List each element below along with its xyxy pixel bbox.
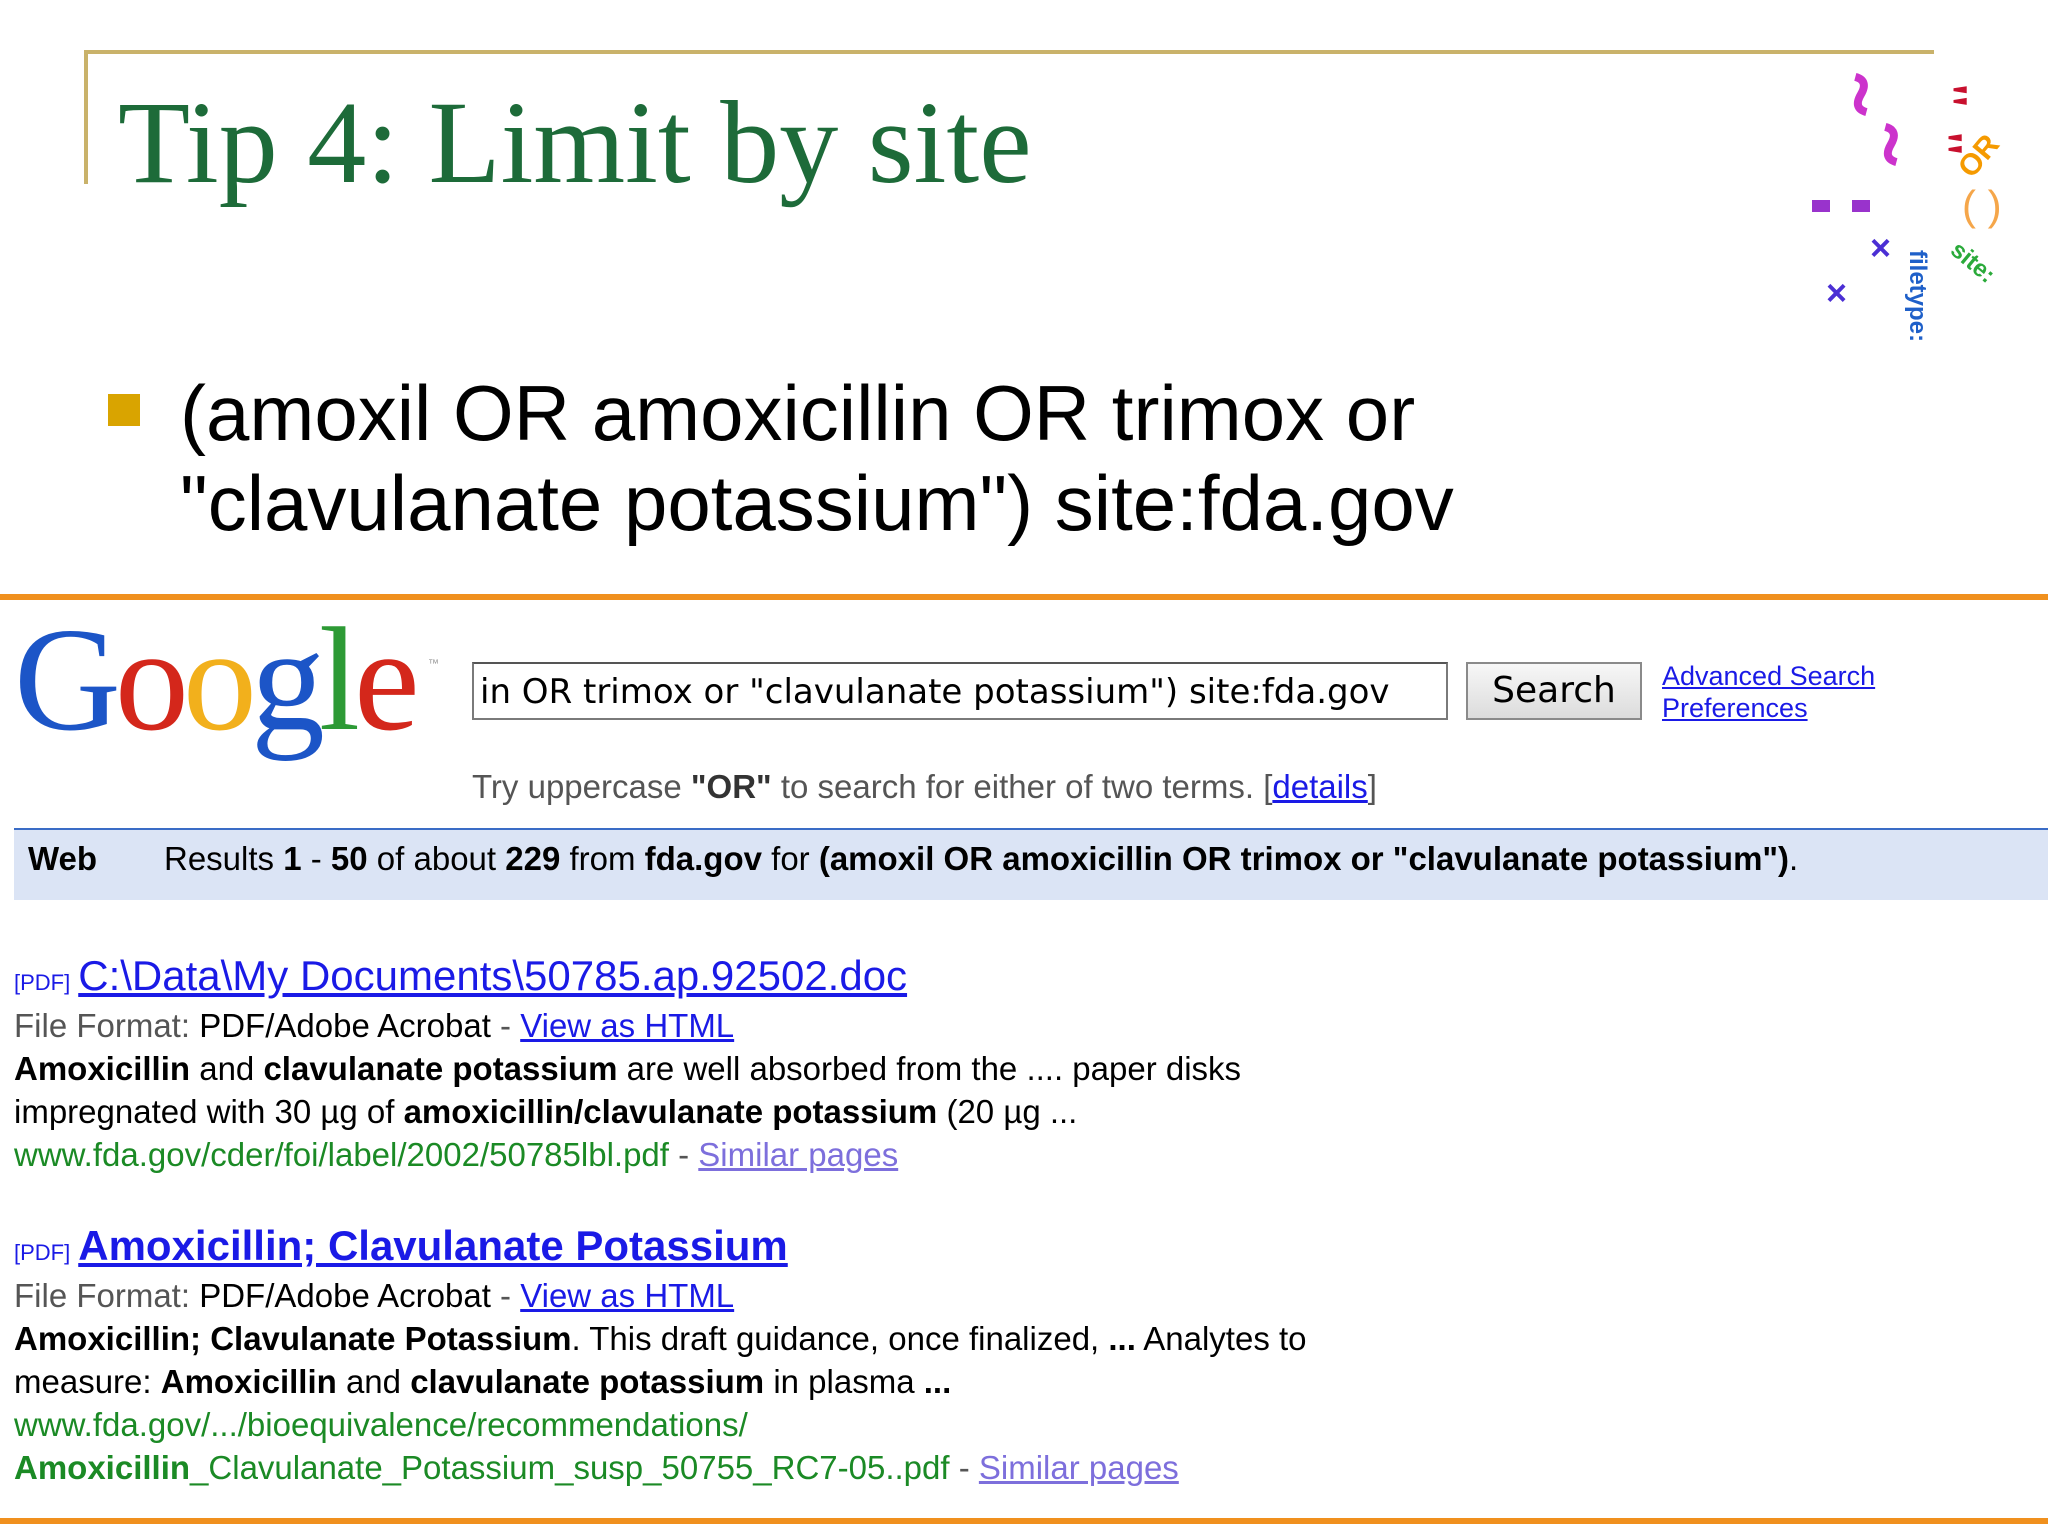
result-title-row: [PDF] C:\Data\My Documents\50785.ap.92502… — [14, 954, 1994, 1004]
bullet-line-1: (amoxil OR amoxicillin OR trimox or — [180, 369, 1416, 457]
search-result: [PDF] Amoxicillin; Clavulanate Potassium … — [14, 1224, 1994, 1489]
screenshot-bottom-border — [0, 1518, 2048, 1524]
bullet-text: (amoxil OR amoxicillin OR trimox or "cla… — [180, 368, 2000, 548]
title-frame-left — [84, 50, 88, 184]
svg-text:×: × — [1826, 272, 1847, 313]
pdf-tag: [PDF] — [14, 1240, 71, 1265]
results-bar: Web Results 1 - 50 of about 229 from fda… — [14, 828, 2048, 900]
similar-pages-link[interactable]: Similar pages — [979, 1449, 1179, 1486]
google-logo[interactable]: Google — [14, 606, 420, 754]
pdf-tag: [PDF] — [14, 970, 71, 995]
header-links: Advanced Search Preferences — [1662, 660, 1875, 724]
result-url: www.fda.gov/cder/foi/label/2002/50785lbl… — [14, 1136, 899, 1173]
view-as-html-link[interactable]: View as HTML — [520, 1277, 734, 1314]
result-title-row: [PDF] Amoxicillin; Clavulanate Potassium — [14, 1224, 1994, 1274]
file-format-line: File Format: PDF/Adobe Acrobat - View as… — [14, 1007, 735, 1044]
svg-text:×: × — [1870, 227, 1891, 268]
preferences-link[interactable]: Preferences — [1662, 692, 1875, 724]
svg-text:filetype:: filetype: — [1904, 250, 1931, 342]
search-tip: Try uppercase "OR" to search for either … — [472, 768, 1377, 805]
title-frame-top — [84, 50, 1934, 54]
results-summary: Results 1 - 50 of about 229 from fda.gov… — [164, 840, 1799, 877]
slide-title: Tip 4: Limit by site — [118, 77, 1032, 208]
bullet-marker — [108, 394, 140, 426]
search-input[interactable]: in OR trimox or "clavulanate potassium")… — [472, 662, 1448, 720]
svg-text:site:: site: — [1945, 236, 2000, 288]
bullet-line-2: "clavulanate potassium") site:fda.gov — [180, 459, 1454, 547]
web-label: Web — [28, 840, 98, 877]
similar-pages-link[interactable]: Similar pages — [698, 1136, 898, 1173]
svg-text:( ): ( ) — [1962, 182, 2002, 229]
details-link[interactable]: details — [1272, 768, 1367, 805]
search-operators-logo-icon: " " OR ( ) × × site: filetype: — [1812, 73, 2006, 342]
svg-text:": " — [1917, 80, 1979, 111]
result-title-link[interactable]: C:\Data\My Documents\50785.ap.92502.doc — [78, 952, 907, 999]
advanced-search-link[interactable]: Advanced Search — [1662, 660, 1875, 692]
search-button[interactable]: Search — [1466, 662, 1642, 720]
result-title-link[interactable]: Amoxicillin; Clavulanate Potassium — [78, 1222, 788, 1269]
file-format-line: File Format: PDF/Adobe Acrobat - View as… — [14, 1277, 735, 1314]
result-snippet: Amoxicillin; Clavulanate Potassium. This… — [14, 1320, 1307, 1400]
view-as-html-link[interactable]: View as HTML — [520, 1007, 734, 1044]
search-result: [PDF] C:\Data\My Documents\50785.ap.92502… — [14, 954, 1994, 1176]
result-snippet: Amoxicillin and clavulanate potassium ar… — [14, 1050, 1242, 1130]
result-url: www.fda.gov/.../bioequivalence/recommend… — [14, 1406, 1179, 1486]
trademark-mark: ™ — [428, 658, 439, 670]
